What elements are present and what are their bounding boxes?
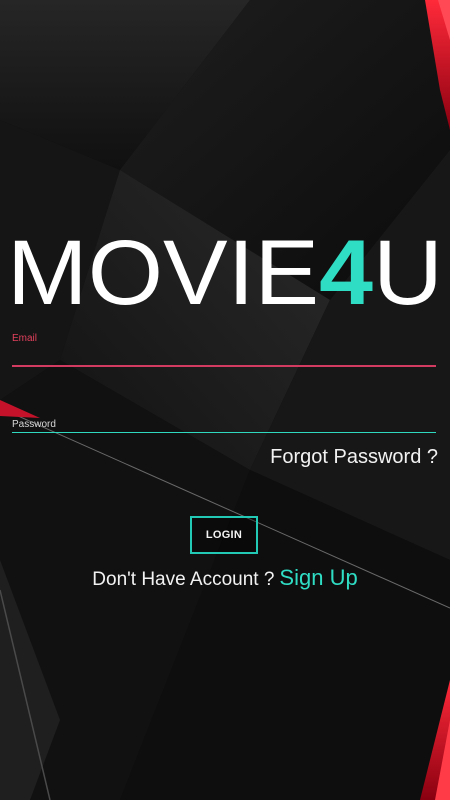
background-graphic bbox=[0, 0, 450, 800]
signup-prompt: Don't Have Account ? bbox=[92, 569, 275, 590]
logo-text-4: 4 bbox=[319, 228, 373, 312]
signup-row: Don't Have Account ? Sign Up bbox=[0, 565, 450, 591]
email-underline bbox=[12, 365, 436, 367]
password-field-group: Password bbox=[12, 413, 436, 437]
logo-text: MOVIE 4U bbox=[7, 228, 443, 312]
signup-link[interactable]: Sign Up bbox=[279, 565, 357, 590]
password-underline bbox=[12, 432, 436, 433]
logo-text-movie: MOVIE bbox=[7, 228, 319, 312]
forgot-password-link[interactable]: Forgot Password ? bbox=[270, 445, 438, 469]
movie4u-logo: MOVIE 4U bbox=[7, 228, 443, 312]
email-field-group: Email bbox=[12, 333, 436, 369]
login-button[interactable]: LOGIN bbox=[190, 516, 258, 554]
email-input[interactable] bbox=[12, 346, 436, 366]
logo-text-u: U bbox=[373, 228, 443, 312]
email-label: Email bbox=[12, 333, 38, 344]
login-screen: MOVIE 4U Email Password Forgot Password ?… bbox=[0, 0, 450, 800]
password-input[interactable] bbox=[12, 413, 436, 431]
